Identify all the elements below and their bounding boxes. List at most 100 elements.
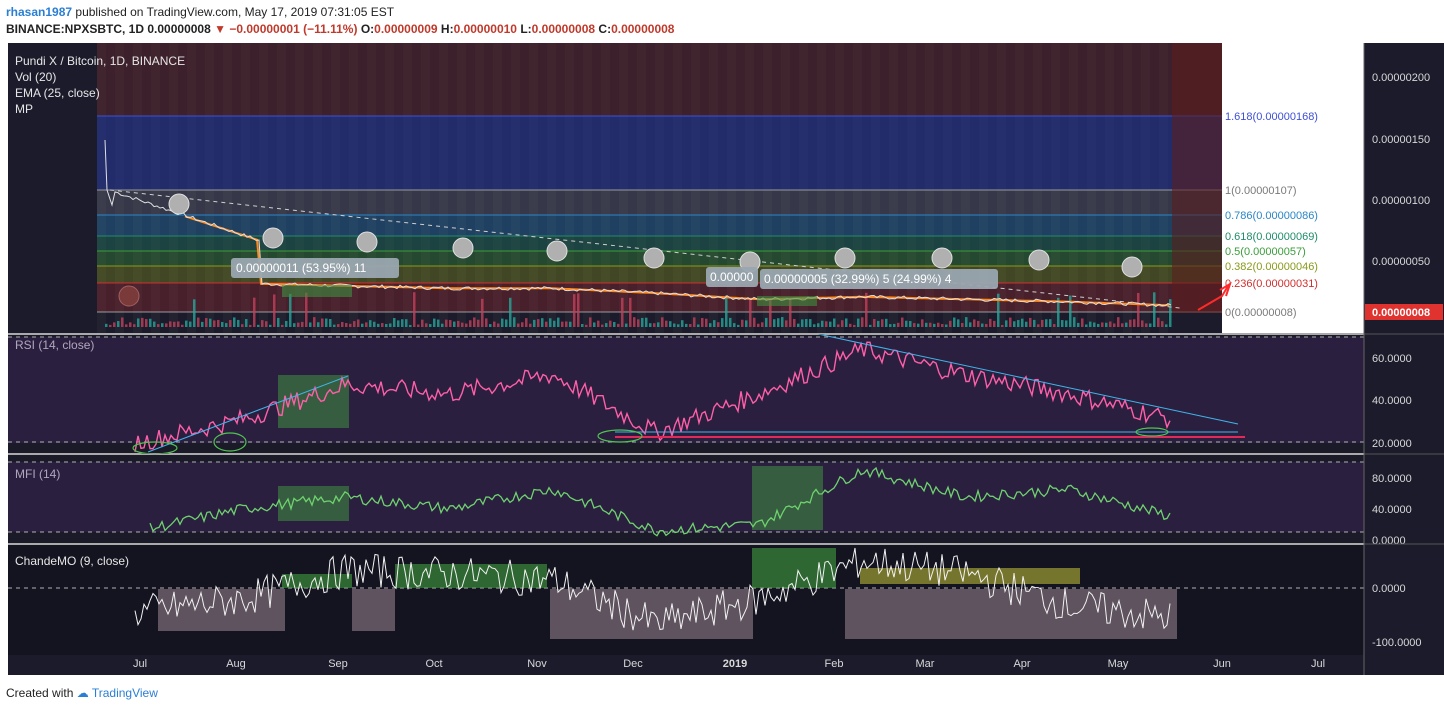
volume-bar: [813, 324, 816, 327]
volume-bar: [929, 322, 932, 327]
volume-bar: [621, 297, 624, 327]
volume-bar: [333, 324, 336, 327]
indicator-mp[interactable]: MP: [15, 102, 33, 116]
volume-bar: [305, 292, 308, 327]
volume-bar: [517, 323, 520, 327]
volume-bar: [157, 324, 160, 327]
volume-bar: [545, 321, 548, 327]
volume-bar: [953, 317, 956, 327]
volume-bar: [861, 317, 864, 327]
chart-canvas[interactable]: 1.618(0.00000168) 1(0.00000107) 0.786(0.…: [0, 40, 1444, 680]
tradingview-logo-icon[interactable]: ☁: [77, 686, 89, 700]
volume-bar: [637, 319, 640, 327]
volume-bar: [541, 318, 544, 327]
volume-bar: [729, 317, 732, 327]
volume-bar: [561, 321, 564, 327]
fib-label-1: 1(0.00000107): [1225, 185, 1297, 197]
volume-bar: [793, 318, 796, 327]
volume-bar: [413, 292, 416, 327]
volume-bar: [1145, 323, 1148, 327]
volume-bar: [901, 317, 904, 327]
volume-bar: [493, 321, 496, 327]
volume-bar: [1125, 322, 1128, 327]
volume-bar: [741, 319, 744, 327]
volume-bar: [513, 317, 516, 327]
time-tick: May: [1108, 658, 1129, 670]
volume-bar: [681, 320, 684, 327]
volume-bar: [809, 319, 812, 327]
volume-bar: [937, 322, 940, 327]
indicator-vol[interactable]: Vol (20): [15, 70, 56, 84]
volume-bar: [1021, 318, 1024, 327]
volume-bar: [357, 319, 360, 327]
volume-bar: [1137, 292, 1140, 327]
time-tick: Mar: [916, 658, 935, 670]
volume-bar: [1025, 321, 1028, 327]
volume-bar: [881, 319, 884, 327]
cmo-title[interactable]: ChandeMO (9, close): [15, 554, 129, 568]
volume-bar: [149, 318, 152, 327]
volume-bar: [317, 322, 320, 327]
volume-bar: [341, 321, 344, 327]
volume-bar: [893, 323, 896, 327]
down-arrow-icon: ▼: [214, 22, 226, 36]
volume-bar: [657, 322, 660, 327]
time-tick: Jul: [133, 658, 147, 670]
time-tick: Aug: [226, 658, 246, 670]
volume-bar: [689, 324, 692, 327]
volume-bar: [1153, 292, 1156, 327]
volume-bar: [553, 320, 556, 327]
volume-bar: [949, 320, 952, 327]
volume-bar: [1049, 319, 1052, 327]
volume-bar: [361, 323, 364, 327]
volume-bar: [501, 318, 504, 327]
cmo-box-neg: [352, 589, 395, 631]
volume-bar: [353, 321, 356, 327]
volume-bar: [713, 320, 716, 327]
volume-bar: [525, 318, 528, 327]
volume-bar: [209, 318, 212, 327]
time-tick: Dec: [623, 658, 643, 670]
volume-bar: [629, 297, 632, 327]
volume-bar: [325, 318, 328, 327]
time-tick: Jul: [1311, 658, 1325, 670]
volume-bar: [1117, 317, 1120, 327]
volume-bar: [309, 322, 312, 327]
volume-bar: [345, 322, 348, 327]
volume-bar: [461, 322, 464, 327]
volume-bar: [1157, 317, 1160, 327]
mfi-tick: 80.0000: [1372, 473, 1412, 485]
volume-bar: [685, 323, 688, 327]
volume-bar: [441, 323, 444, 327]
volume-bar: [473, 317, 476, 327]
volume-bar: [833, 318, 836, 327]
volume-bar: [465, 323, 468, 327]
volume-bar: [557, 317, 560, 327]
volume-bar: [181, 324, 184, 327]
volume-bar: [1061, 320, 1064, 327]
publish-header: rhasan1987 published on TradingView.com,…: [6, 5, 394, 19]
volume-bar: [977, 320, 980, 327]
author-name[interactable]: rhasan1987: [6, 5, 72, 19]
volume-bar: [829, 321, 832, 327]
volume-bar: [245, 319, 248, 327]
main-title: Pundi X / Bitcoin, 1D, BINANCE: [15, 54, 185, 68]
volume-bar: [1017, 320, 1020, 327]
volume-bar: [589, 317, 592, 327]
volume-bar: [869, 324, 872, 327]
volume-bar: [585, 324, 588, 327]
indicator-ema[interactable]: EMA (25, close): [15, 86, 100, 100]
volume-bar: [229, 320, 232, 327]
volume-bar: [925, 322, 928, 327]
close-value: 0.00000008: [611, 22, 675, 36]
volume-bar: [597, 320, 600, 327]
time-tick: Apr: [1013, 658, 1030, 670]
fib-label-382: 0.382(0.00000046): [1225, 261, 1318, 273]
volume-bar: [961, 323, 964, 327]
volume-bar: [837, 324, 840, 327]
cmo-box-neg: [845, 589, 1177, 639]
accum-box: [282, 285, 352, 297]
volume-bar: [457, 320, 460, 327]
volume-bar: [701, 318, 704, 327]
footer-brand[interactable]: TradingView: [92, 686, 158, 700]
